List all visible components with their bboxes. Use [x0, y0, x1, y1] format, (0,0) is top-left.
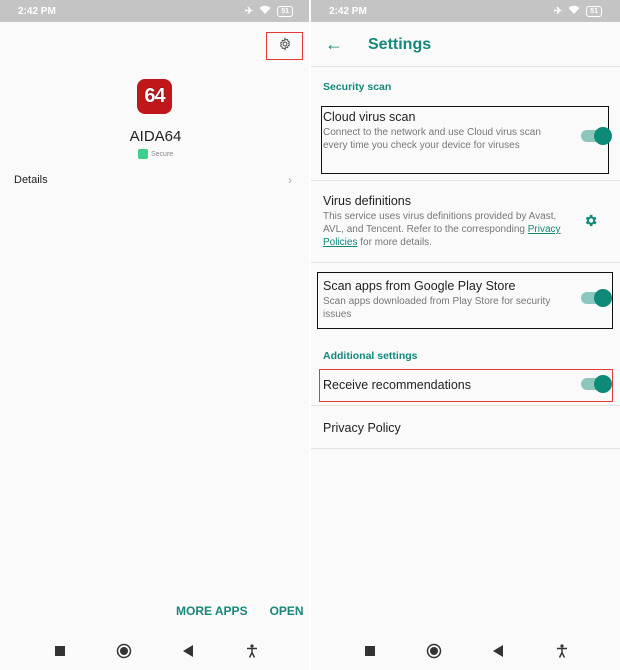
receive-recommendations-title: Receive recommendations [323, 378, 471, 392]
triangle-back-icon [182, 645, 193, 657]
cloud-virus-scan-desc: Connect to the network and use Cloud vir… [323, 127, 541, 151]
toggle-knob [594, 127, 612, 145]
recents-button[interactable] [338, 646, 402, 656]
toggle-knob [594, 289, 612, 307]
divider [311, 405, 620, 406]
section-header-security-scan: Security scan [323, 81, 392, 93]
divider [311, 448, 620, 449]
virus-definitions-desc: This service uses virus definitions prov… [323, 210, 568, 249]
privacy-policy-item[interactable]: Privacy Policy [323, 421, 401, 435]
back-button[interactable] [156, 645, 220, 657]
battery-icon: 51 [586, 5, 602, 17]
receive-recommendations-toggle[interactable] [581, 375, 612, 393]
square-icon [54, 646, 65, 656]
wifi-icon [259, 5, 271, 18]
shield-icon [138, 149, 148, 159]
gear-icon [278, 36, 292, 56]
open-button[interactable]: OPEN [270, 604, 304, 618]
secure-label: Secure [151, 150, 174, 158]
accessibility-icon [246, 644, 257, 658]
home-button[interactable] [92, 643, 156, 659]
virus-definitions-desc-pre: This service uses virus definitions prov… [323, 211, 557, 235]
virus-definitions-gear-icon[interactable] [583, 213, 598, 233]
home-button[interactable] [402, 643, 466, 659]
wifi-icon [568, 5, 580, 18]
airplane-icon: ✈ [553, 5, 563, 17]
settings-gear-button[interactable] [266, 32, 303, 60]
status-bar: 2:42 PM ✈ 51 [311, 0, 620, 22]
circle-icon [426, 643, 441, 659]
cloud-virus-scan-title: Cloud virus scan [323, 110, 416, 124]
status-bar: 2:42 PM ✈ 51 [0, 0, 311, 22]
triangle-back-icon [492, 645, 503, 657]
chevron-right-icon: › [288, 173, 292, 187]
bottom-actions: MORE APPS OPEN [176, 604, 304, 618]
app-name: AIDA64 [129, 128, 182, 145]
details-row[interactable]: Details [14, 174, 48, 186]
virus-definitions-desc-post: for more details. [357, 237, 432, 248]
accessibility-icon [556, 644, 567, 658]
page-title: Settings [368, 36, 432, 53]
back-button[interactable] [466, 645, 530, 657]
accessibility-button[interactable] [530, 644, 594, 658]
scan-play-store-title: Scan apps from Google Play Store [323, 279, 516, 293]
nav-bar [0, 632, 311, 670]
section-header-additional-settings: Additional settings [323, 350, 418, 362]
status-time: 2:42 PM [329, 5, 367, 17]
cloud-virus-scan-toggle[interactable] [581, 127, 612, 145]
airplane-icon: ✈ [244, 5, 254, 17]
more-apps-button[interactable]: MORE APPS [176, 604, 248, 618]
square-icon [364, 646, 375, 656]
circle-icon [116, 643, 131, 659]
divider [311, 66, 620, 67]
app-info-screen: 2:42 PM ✈ 51 64 AIDA64 Secure Details › [0, 0, 311, 670]
recents-button[interactable] [28, 646, 92, 656]
scan-play-store-desc: Scan apps downloaded from Play Store for… [323, 296, 551, 320]
settings-screen: 2:42 PM ✈ 51 ← Settings Security scan Cl… [311, 0, 620, 670]
accessibility-button[interactable] [220, 644, 284, 658]
secure-badge: Secure [138, 149, 173, 159]
status-time: 2:42 PM [18, 5, 56, 17]
divider [311, 262, 620, 263]
nav-bar [311, 632, 620, 670]
scan-play-store-toggle[interactable] [581, 289, 612, 307]
app-icon-text: 64 [144, 85, 165, 107]
back-arrow-icon[interactable]: ← [325, 34, 343, 55]
app-icon: 64 [137, 79, 172, 114]
battery-icon: 51 [277, 5, 293, 17]
virus-definitions-title: Virus definitions [323, 194, 412, 208]
divider [311, 180, 620, 181]
toggle-knob [594, 375, 612, 393]
